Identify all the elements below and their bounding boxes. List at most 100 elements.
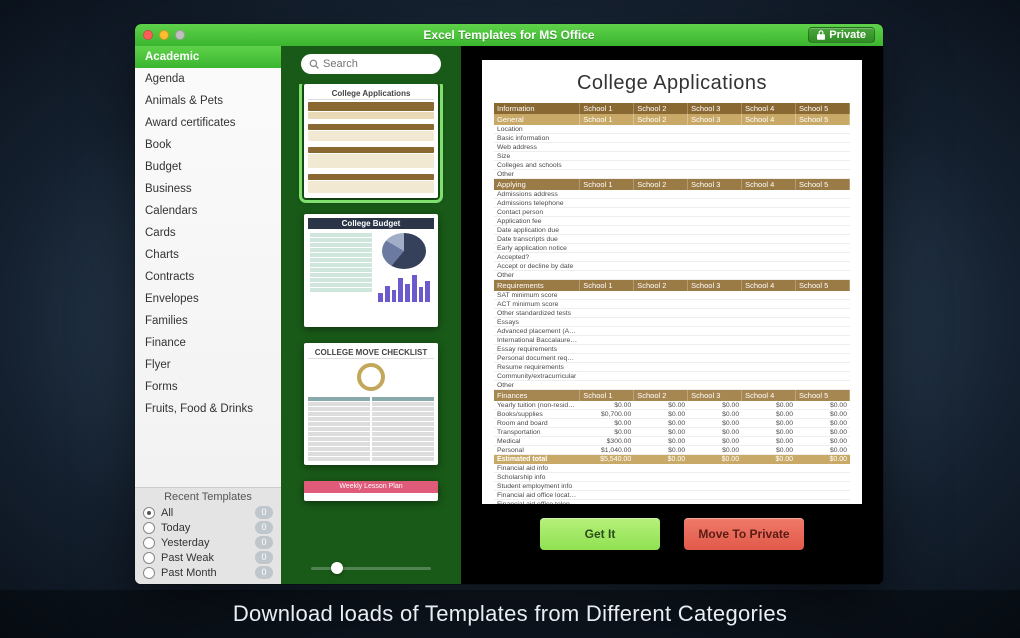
zoom-slider[interactable] [311, 558, 431, 578]
radio-icon [143, 552, 155, 564]
slider-knob[interactable] [331, 562, 343, 574]
table-row: Admissions telephone [494, 199, 850, 208]
private-button[interactable]: Private [808, 27, 875, 43]
table-row: Medical$300.00$0.00$0.00$0.00$0.00 [494, 437, 850, 446]
search-icon [309, 59, 319, 69]
private-button-label: Private [829, 29, 866, 41]
category-item[interactable]: Contracts [135, 266, 281, 288]
thumbnail-title: Weekly Lesson Plan [304, 481, 438, 493]
thumbnail-list: College Applications [281, 84, 461, 554]
category-item[interactable]: Animals & Pets [135, 90, 281, 112]
category-item[interactable]: Envelopes [135, 288, 281, 310]
table-row: Date application due [494, 226, 850, 235]
category-item[interactable]: Budget [135, 156, 281, 178]
table-row: Essay requirements [494, 345, 850, 354]
search-input[interactable] [323, 58, 465, 70]
table-row: Financial aid office telephone [494, 500, 850, 504]
table-row: Essays [494, 318, 850, 327]
content-area: AcademicAgendaAnimals & PetsAward certif… [135, 46, 883, 584]
category-item[interactable]: Book [135, 134, 281, 156]
table-row: Web address [494, 143, 850, 152]
radio-icon [143, 567, 155, 579]
category-item[interactable]: Families [135, 310, 281, 332]
table-row: ACT minimum score [494, 300, 850, 309]
table-row: Books/supplies$0,700.00$0.00$0.00$0.00$0… [494, 410, 850, 419]
thumbnail-title: College Budget [308, 218, 434, 229]
template-thumbnail[interactable]: Weekly Lesson Plan [304, 481, 438, 501]
recent-templates-panel: Recent Templates All 0 Today 0 Yesterday… [135, 487, 281, 584]
section-header: RequirementsSchool 1School 2School 3Scho… [494, 280, 850, 291]
search-field[interactable] [301, 54, 441, 74]
preview-panel: College Applications InformationSchool 1… [461, 46, 883, 584]
table-row: Yearly tuition (non-resident)$0.00$0.00$… [494, 401, 850, 410]
category-item[interactable]: Flyer [135, 354, 281, 376]
category-item[interactable]: Forms [135, 376, 281, 398]
recent-filter-count: 0 [255, 551, 273, 564]
recent-filter[interactable]: Past Weak 0 [135, 550, 281, 565]
table-row: Other standardized tests [494, 309, 850, 318]
table-row: Resume requirements [494, 363, 850, 372]
table-row: Other [494, 381, 850, 390]
recent-filter[interactable]: All 0 [135, 505, 281, 520]
move-to-private-button[interactable]: Move To Private [684, 518, 804, 550]
category-item[interactable]: Cards [135, 222, 281, 244]
table-row: Location [494, 125, 850, 134]
table-row: Room and board$0.00$0.00$0.00$0.00$0.00 [494, 419, 850, 428]
document-preview: College Applications InformationSchool 1… [482, 60, 862, 504]
window-title: Excel Templates for MS Office [135, 28, 883, 42]
category-item[interactable]: Fruits, Food & Drinks [135, 398, 281, 420]
template-thumbnail[interactable]: College Applications [304, 84, 438, 198]
table-row: Community/extracurricular [494, 372, 850, 381]
recent-filter[interactable]: Today 0 [135, 520, 281, 535]
radio-icon [143, 537, 155, 549]
recent-filter-label: All [161, 507, 249, 519]
action-buttons: Get It Move To Private [540, 518, 804, 550]
category-item[interactable]: Charts [135, 244, 281, 266]
category-item[interactable]: Business [135, 178, 281, 200]
recent-filter[interactable]: Past Month 0 [135, 565, 281, 580]
table-row: International Baccalaureate (IB) work? [494, 336, 850, 345]
section-header: InformationSchool 1School 2School 3Schoo… [494, 103, 850, 114]
table-row: Personal$1,040.00$0.00$0.00$0.00$0.00 [494, 446, 850, 455]
table-row: Financial aid info [494, 464, 850, 473]
table-row: Application fee [494, 217, 850, 226]
get-it-button[interactable]: Get It [540, 518, 660, 550]
recent-filter-count: 0 [255, 506, 273, 519]
table-row: Other [494, 271, 850, 280]
subsection-header: GeneralSchool 1School 2School 3School 4S… [494, 114, 850, 125]
table-row: Accepted? [494, 253, 850, 262]
category-item[interactable]: Calendars [135, 200, 281, 222]
category-list: AcademicAgendaAnimals & PetsAward certif… [135, 46, 281, 487]
radio-icon [143, 507, 155, 519]
summary-row: Estimated total$5,540.00$0.00$0.00$0.00$… [494, 455, 850, 464]
category-item[interactable]: Award certificates [135, 112, 281, 134]
table-row: Student employment info [494, 482, 850, 491]
category-item[interactable]: Academic [135, 46, 281, 68]
thumbnail-title: College Applications [308, 88, 434, 100]
template-thumbnail[interactable]: College Budget [304, 214, 438, 327]
recent-filter-label: Past Weak [161, 552, 249, 564]
template-thumbnail[interactable]: COLLEGE MOVE CHECKLIST [304, 343, 438, 465]
minimize-window-icon[interactable] [159, 30, 169, 40]
recent-filter-count: 0 [255, 536, 273, 549]
table-row: Personal document requirements [494, 354, 850, 363]
recent-filter-label: Today [161, 522, 249, 534]
table-row: Accept or decline by date [494, 262, 850, 271]
section-header: ApplyingSchool 1School 2School 3School 4… [494, 179, 850, 190]
template-gallery: College Applications [281, 46, 461, 584]
table-row: Admissions address [494, 190, 850, 199]
section-header: FinancesSchool 1School 2School 3School 4… [494, 390, 850, 401]
table-row: Colleges and schools [494, 161, 850, 170]
category-item[interactable]: Agenda [135, 68, 281, 90]
app-window: Excel Templates for MS Office Private Ac… [135, 24, 883, 584]
table-row: Date transcripts due [494, 235, 850, 244]
zoom-window-icon[interactable] [175, 30, 185, 40]
lock-icon [817, 30, 825, 40]
close-window-icon[interactable] [143, 30, 153, 40]
recent-filter[interactable]: Yesterday 0 [135, 535, 281, 550]
window-controls [143, 30, 185, 40]
table-row: Scholarship info [494, 473, 850, 482]
table-row: Advanced placement (AP) course? [494, 327, 850, 336]
table-row: Contact person [494, 208, 850, 217]
category-item[interactable]: Finance [135, 332, 281, 354]
